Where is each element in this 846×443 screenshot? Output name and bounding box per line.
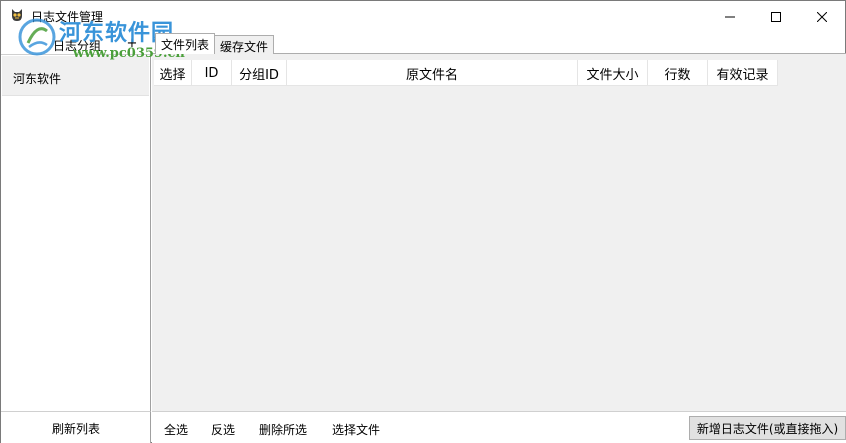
- column-header-valid-records[interactable]: 有效记录: [708, 60, 778, 86]
- tab-cache-files[interactable]: 缓存文件: [214, 35, 275, 54]
- column-header-file-name[interactable]: 原文件名: [287, 60, 578, 86]
- column-header-group-id[interactable]: 分组ID: [232, 60, 287, 86]
- select-all-button[interactable]: 全选: [164, 421, 188, 438]
- delete-selected-button[interactable]: 删除所选: [259, 421, 307, 438]
- app-window: 日志文件管理 日志分组 + 河东软件 刷新列表 文件列表 缓存文件 选择 ID …: [0, 0, 846, 443]
- add-group-button[interactable]: +: [125, 36, 139, 51]
- column-header-line-count[interactable]: 行数: [648, 60, 708, 86]
- group-list-item[interactable]: 河东软件: [2, 56, 149, 96]
- minimize-icon: [725, 16, 735, 17]
- maximize-icon: [771, 11, 781, 22]
- column-header-select[interactable]: 选择: [154, 60, 192, 86]
- bottom-toolbar: 全选 反选 删除所选 选择文件 新增日志文件(或直接拖入): [152, 411, 846, 443]
- maximize-button[interactable]: [753, 1, 799, 32]
- column-header-id[interactable]: ID: [192, 60, 232, 86]
- column-header-file-size[interactable]: 文件大小: [578, 60, 648, 86]
- left-bottom-bar: 刷新列表: [1, 411, 151, 443]
- file-tabstrip: 文件列表 缓存文件: [152, 32, 846, 54]
- invert-selection-button[interactable]: 反选: [211, 421, 235, 438]
- group-item-label: 河东软件: [13, 72, 62, 86]
- select-file-button[interactable]: 选择文件: [332, 421, 380, 438]
- file-table[interactable]: 选择 ID 分组ID 原文件名 文件大小 行数 有效记录: [152, 54, 846, 411]
- tab-log-groups[interactable]: 日志分组: [53, 37, 101, 54]
- group-list: 河东软件: [1, 54, 151, 411]
- close-button[interactable]: [799, 1, 845, 32]
- tab-file-list[interactable]: 文件列表: [155, 33, 216, 54]
- minimize-button[interactable]: [707, 1, 753, 32]
- refresh-list-button[interactable]: 刷新列表: [1, 412, 151, 443]
- window-title: 日志文件管理: [31, 10, 104, 24]
- add-log-file-button[interactable]: 新增日志文件(或直接拖入): [689, 416, 846, 440]
- table-header: 选择 ID 分组ID 原文件名 文件大小 行数 有效记录: [154, 60, 778, 86]
- close-icon: [817, 11, 827, 22]
- app-icon: [12, 9, 22, 21]
- title-bar[interactable]: 日志文件管理: [1, 1, 845, 32]
- group-tabstrip: 日志分组 +: [1, 32, 151, 54]
